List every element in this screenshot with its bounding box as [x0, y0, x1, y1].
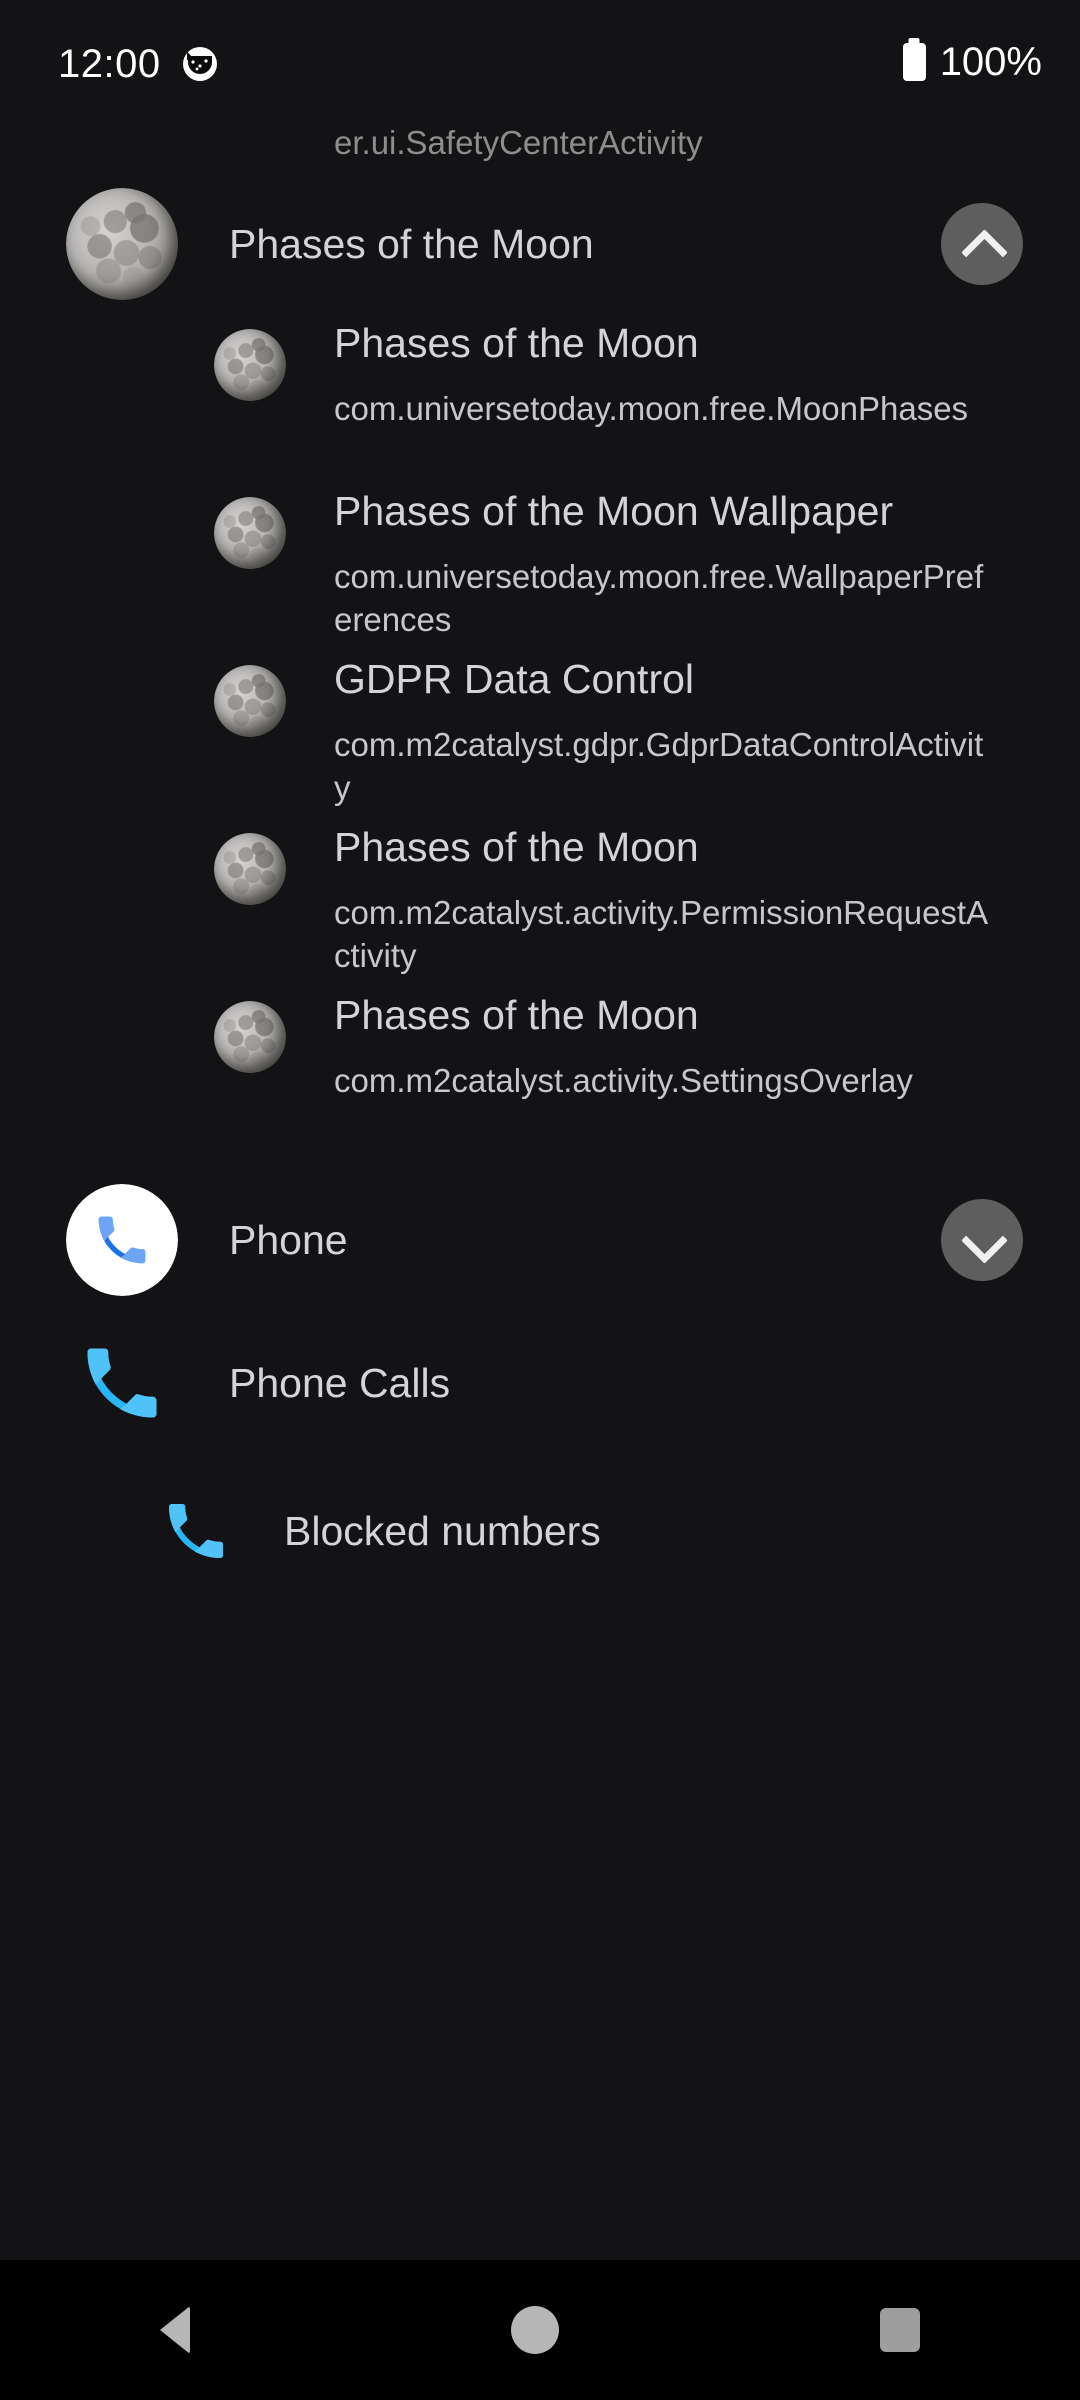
list-item[interactable]: Phone Calls — [0, 1309, 1080, 1457]
list-item-title: Phases of the Moon — [334, 320, 699, 366]
activity-list: Phases of the Moon Phases of the Moon co… — [0, 175, 1080, 2260]
home-circle-icon[interactable] — [510, 2306, 559, 2354]
group-header-phone[interactable]: Phone — [0, 1171, 1080, 1309]
list-item-package: com.m2catalyst.gdpr.GdprDataControlActiv… — [334, 726, 984, 807]
list-item-label: Blocked numbers — [284, 1507, 601, 1554]
expand-button-phone[interactable] — [941, 1199, 1023, 1281]
moon-icon — [214, 665, 286, 737]
phone-handset-icon — [66, 1327, 178, 1439]
group-label: Phases of the Moon — [229, 220, 594, 267]
battery-level-text: 100% — [939, 40, 1042, 84]
partial-row-package: com.android.permissioncontroller.safetyc… — [334, 82, 978, 162]
list-item-package: com.m2catalyst.activity.PermissionReques… — [334, 894, 989, 975]
list-item[interactable]: Blocked numbers — [0, 1457, 1080, 1605]
battery-full-icon — [902, 43, 926, 81]
list-item[interactable]: Phases of the Moon com.m2catalyst.activi… — [0, 985, 1080, 1153]
list-item-package: com.m2catalyst.activity.SettingsOverlay — [334, 1062, 913, 1100]
back-triangle-icon[interactable] — [160, 2306, 191, 2354]
chevron-up-icon — [963, 225, 1001, 263]
info-shield-icon — [205, 0, 317, 110]
group-label: Phone — [229, 1216, 348, 1263]
list-item-label: Phone Calls — [229, 1359, 451, 1406]
list-item[interactable]: GDPR Data Control com.m2catalyst.gdpr.Gd… — [0, 649, 1080, 817]
list-item-package: com.universetoday.moon.free.MoonPhases — [334, 390, 969, 428]
list-item[interactable]: Phases of the Moon com.universetoday.moo… — [0, 313, 1080, 481]
recents-square-icon[interactable] — [879, 2308, 920, 2352]
moon-icon — [66, 188, 178, 300]
android-screen: Permission controller com.android.permis… — [0, 0, 1080, 2400]
moon-icon — [214, 1001, 286, 1073]
list-item[interactable]: Phases of the Moon Wallpaper com.univers… — [0, 481, 1080, 649]
chevron-down-icon — [963, 1221, 1001, 1259]
status-bar-right: 100% — [902, 40, 1042, 84]
moon-icon — [214, 833, 286, 905]
phone-handset-icon — [160, 1495, 232, 1567]
group-header-phases-of-the-moon[interactable]: Phases of the Moon — [0, 175, 1080, 313]
moon-icon — [214, 329, 286, 401]
status-bar-clock: 12:00 — [58, 42, 161, 86]
collapse-button-phases-of-the-moon[interactable] — [941, 203, 1023, 285]
list-item-title: GDPR Data Control — [334, 656, 695, 702]
list-item-title: Phases of the Moon Wallpaper — [334, 488, 894, 534]
list-item-title: Phases of the Moon — [334, 824, 699, 870]
list-item-package: com.universetoday.moon.free.WallpaperPre… — [334, 558, 984, 639]
partial-row-title: Permission controller — [334, 6, 736, 54]
list-item[interactable]: Phases of the Moon com.m2catalyst.activi… — [0, 817, 1080, 985]
status-bar-left: 12:00 — [58, 44, 217, 84]
moon-icon — [214, 497, 286, 569]
phone-circle-icon — [66, 1184, 178, 1296]
navigation-bar — [0, 2260, 1080, 2400]
list-item-title: Phases of the Moon — [334, 992, 699, 1038]
